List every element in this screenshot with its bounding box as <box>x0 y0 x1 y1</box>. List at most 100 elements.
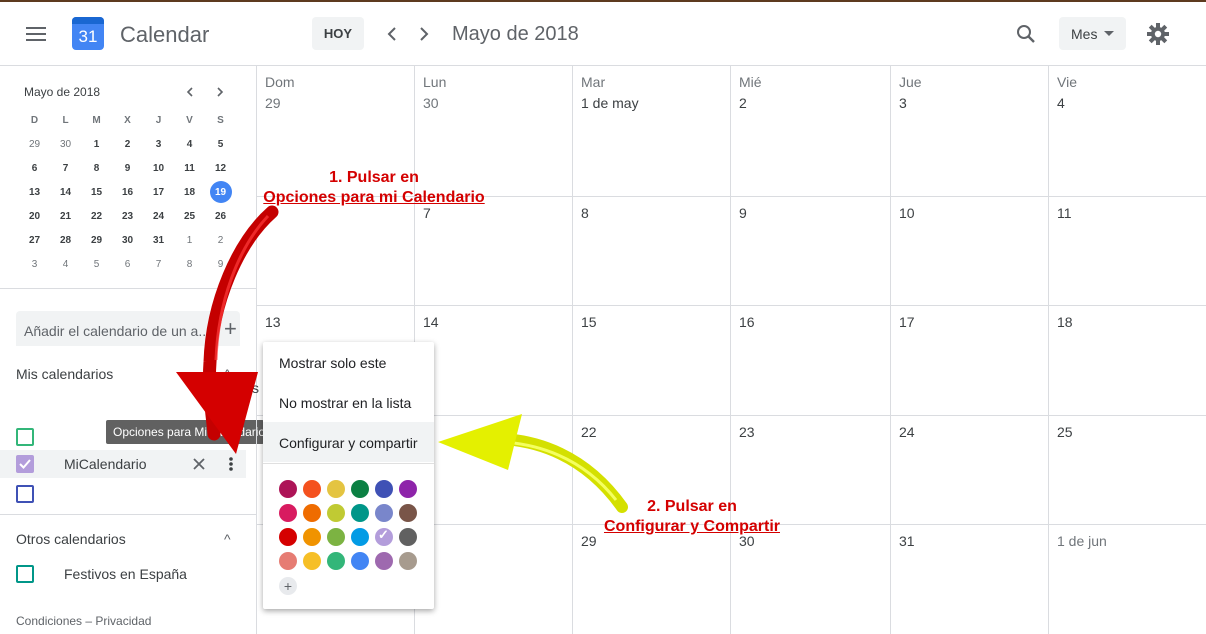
close-icon[interactable] <box>188 454 210 474</box>
mini-day[interactable]: 23 <box>112 204 143 228</box>
mini-day[interactable]: 6 <box>112 252 143 276</box>
chevron-left-icon[interactable] <box>378 18 406 50</box>
mini-day[interactable]: 17 <box>143 180 174 204</box>
mini-day[interactable]: 9 <box>112 156 143 180</box>
more-options-icon[interactable] <box>220 452 242 476</box>
gear-icon[interactable] <box>1142 18 1174 50</box>
day-cell[interactable] <box>414 416 572 525</box>
color-swatch[interactable] <box>351 480 369 498</box>
day-cell[interactable]: Mié 2 <box>730 66 890 197</box>
mini-next-icon[interactable] <box>210 82 230 102</box>
color-swatch[interactable] <box>303 480 321 498</box>
mini-day[interactable]: 9 <box>205 252 236 276</box>
menu-icon[interactable] <box>20 18 52 50</box>
mini-day[interactable]: 14 <box>50 180 81 204</box>
mini-day[interactable]: 15 <box>81 180 112 204</box>
mini-day[interactable]: 2 <box>205 228 236 252</box>
color-swatch[interactable] <box>327 480 345 498</box>
mini-day[interactable]: 5 <box>81 252 112 276</box>
mini-day[interactable]: 7 <box>143 252 174 276</box>
add-color-button[interactable]: + <box>279 577 297 595</box>
color-swatch[interactable] <box>375 552 393 570</box>
day-cell[interactable]: 29 <box>572 525 730 634</box>
mini-day[interactable]: 16 <box>112 180 143 204</box>
mini-day[interactable]: 1 <box>81 132 112 156</box>
day-cell[interactable]: 25 <box>1048 416 1206 525</box>
color-swatch[interactable] <box>351 528 369 546</box>
day-cell[interactable] <box>414 525 572 634</box>
color-swatch[interactable] <box>351 504 369 522</box>
menu-item-hide-from-list[interactable]: No mostrar en la lista <box>263 382 434 422</box>
color-swatch[interactable] <box>375 480 393 498</box>
day-cell[interactable]: 16 <box>730 306 890 416</box>
footer-links[interactable]: Condiciones – Privacidad <box>16 614 151 628</box>
color-swatch[interactable] <box>279 504 297 522</box>
mini-day[interactable]: 11 <box>174 156 205 180</box>
day-cell[interactable]: 11 <box>1048 197 1206 306</box>
color-swatch[interactable] <box>327 552 345 570</box>
mini-day[interactable]: 28 <box>50 228 81 252</box>
calendar-checkbox[interactable] <box>16 485 34 503</box>
holidays-checkbox[interactable] <box>16 565 34 583</box>
day-cell[interactable]: 9 <box>730 197 890 306</box>
mini-day[interactable]: 6 <box>19 156 50 180</box>
color-swatch[interactable] <box>279 552 297 570</box>
color-swatch[interactable] <box>279 480 297 498</box>
mini-day[interactable]: 18 <box>174 180 205 204</box>
day-cell[interactable]: 7 <box>414 197 572 306</box>
day-cell[interactable]: 8 <box>572 197 730 306</box>
mini-day[interactable]: 13 <box>19 180 50 204</box>
mini-day[interactable]: 31 <box>143 228 174 252</box>
mini-day[interactable]: 3 <box>143 132 174 156</box>
mini-day[interactable]: 22 <box>81 204 112 228</box>
day-cell[interactable]: 24 <box>890 416 1048 525</box>
menu-item-settings-sharing[interactable]: Configurar y compartir <box>263 422 434 462</box>
color-swatch[interactable] <box>351 552 369 570</box>
day-cell[interactable]: 18 <box>1048 306 1206 416</box>
mini-day[interactable]: 2 <box>112 132 143 156</box>
mini-day[interactable]: 25 <box>174 204 205 228</box>
today-button[interactable]: HOY <box>312 17 364 50</box>
mini-day[interactable]: 24 <box>143 204 174 228</box>
color-swatch[interactable] <box>399 504 417 522</box>
color-swatch[interactable] <box>375 527 393 546</box>
color-swatch[interactable] <box>279 528 297 546</box>
menu-item-show-only[interactable]: Mostrar solo este <box>263 342 434 382</box>
day-cell[interactable]: Vie 4 <box>1048 66 1206 197</box>
mini-day[interactable]: 29 <box>19 132 50 156</box>
mini-day[interactable]: 29 <box>81 228 112 252</box>
color-swatch[interactable] <box>303 552 321 570</box>
day-cell[interactable]: 15 <box>572 306 730 416</box>
mini-day[interactable]: 7 <box>50 156 81 180</box>
color-swatch[interactable] <box>375 504 393 522</box>
mini-day[interactable]: 19 <box>205 180 236 204</box>
day-cell[interactable]: 1 de jun <box>1048 525 1206 634</box>
mini-day[interactable]: 8 <box>174 252 205 276</box>
day-cell[interactable]: Jue 3 <box>890 66 1048 197</box>
mini-day[interactable]: 1 <box>174 228 205 252</box>
color-swatch[interactable] <box>399 552 417 570</box>
mini-day[interactable]: 4 <box>174 132 205 156</box>
mini-day[interactable]: 26 <box>205 204 236 228</box>
day-cell[interactable]: 10 <box>890 197 1048 306</box>
color-swatch[interactable] <box>303 528 321 546</box>
other-calendars-header[interactable]: Otros calendarios <box>16 531 126 547</box>
mini-day[interactable]: 30 <box>50 132 81 156</box>
mini-prev-icon[interactable] <box>180 82 200 102</box>
mini-day[interactable]: 3 <box>19 252 50 276</box>
micalendario-checkbox[interactable] <box>16 455 34 473</box>
color-swatch[interactable] <box>399 480 417 498</box>
color-swatch[interactable] <box>303 504 321 522</box>
day-cell[interactable]: 14 <box>414 306 572 416</box>
day-cell[interactable] <box>256 197 414 306</box>
mini-day[interactable]: 10 <box>143 156 174 180</box>
mini-day[interactable]: 20 <box>19 204 50 228</box>
plus-icon[interactable]: + <box>224 316 237 342</box>
chevron-up-icon[interactable]: ^ <box>224 366 231 382</box>
day-cell[interactable]: 31 <box>890 525 1048 634</box>
calendar-checkbox[interactable] <box>16 428 34 446</box>
mini-day[interactable]: 4 <box>50 252 81 276</box>
day-cell[interactable]: Mar 1 de may <box>572 66 730 197</box>
search-icon[interactable] <box>1010 18 1042 50</box>
chevron-right-icon[interactable] <box>410 18 438 50</box>
